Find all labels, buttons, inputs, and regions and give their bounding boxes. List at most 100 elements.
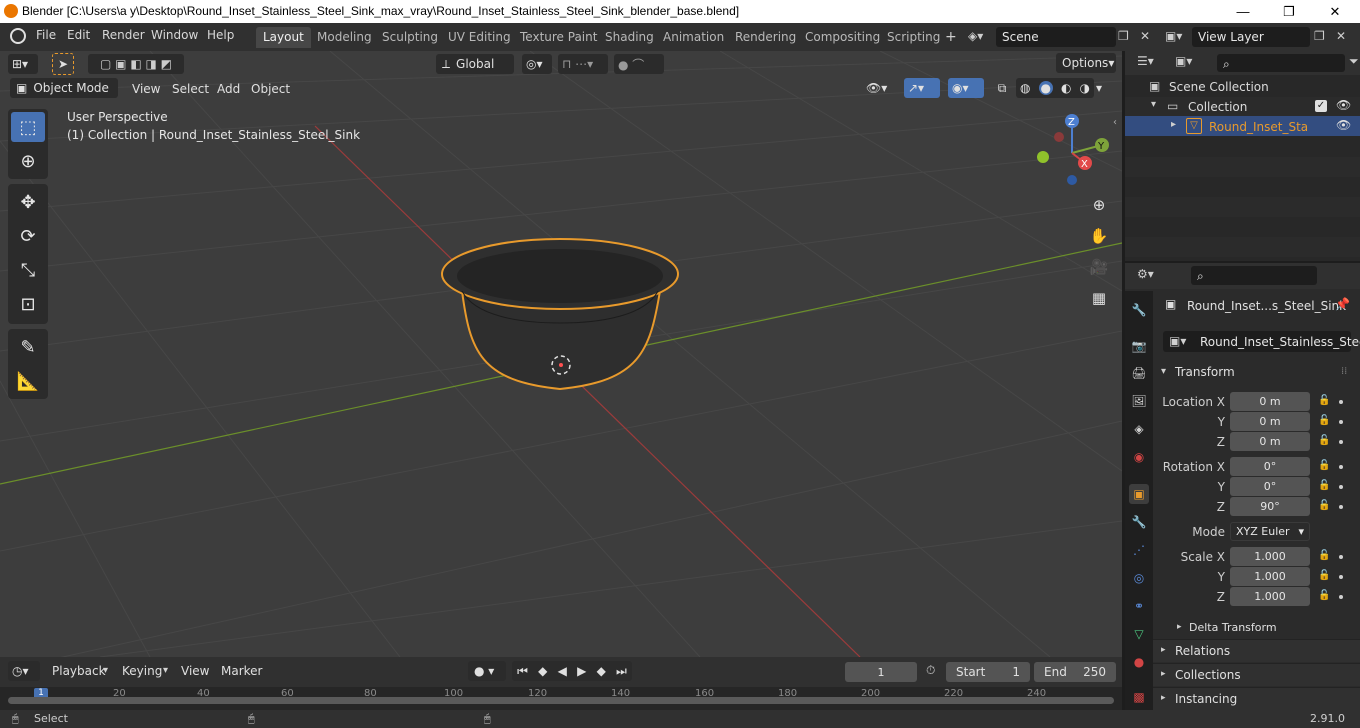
measure-tool-icon[interactable]: 📐	[11, 366, 45, 396]
outliner-editor-icon[interactable]: ☰▾	[1137, 54, 1154, 68]
blender-menu-icon[interactable]	[10, 28, 26, 44]
object-eye-icon[interactable]: 👁	[1336, 118, 1351, 132]
delta-arrow-icon[interactable]: ▸	[1177, 622, 1182, 632]
shading-options-icon[interactable]: ▾	[1096, 78, 1112, 98]
timeline-menu-keying[interactable]: Keying	[116, 662, 168, 680]
camera-view-icon[interactable]: 🎥	[1086, 254, 1112, 280]
gizmo-toggle[interactable]: ↗▾	[904, 78, 940, 98]
tab-uv-editing[interactable]: UV Editing	[441, 27, 518, 48]
transform-panel-header[interactable]: Transform	[1175, 365, 1235, 379]
maximize-button[interactable]: ❐	[1266, 0, 1312, 23]
scale-z-field[interactable]: 1.000	[1230, 587, 1310, 606]
pivot-dropdown[interactable]: ◎▾	[522, 54, 552, 74]
object-tab-icon[interactable]: ▣	[1129, 484, 1149, 504]
annotate-tool-icon[interactable]: ✎	[11, 332, 45, 362]
collection-checkbox[interactable]: ✓	[1315, 100, 1327, 112]
transform-arrow-icon[interactable]: ▾	[1161, 366, 1166, 377]
options-dropdown[interactable]: Options ▾	[1056, 53, 1116, 73]
material-tab-icon[interactable]: ●	[1129, 652, 1149, 672]
menu-window[interactable]: Window	[151, 28, 198, 42]
lock-icon[interactable]: 🔓	[1318, 395, 1330, 406]
collection-eye-icon[interactable]: 👁	[1336, 98, 1351, 112]
viewport-menu-object[interactable]: Object	[245, 80, 296, 98]
tab-compositing[interactable]: Compositing	[798, 27, 887, 48]
scene-close-icon[interactable]: ✕	[1140, 29, 1150, 43]
properties-editor-icon[interactable]: ⚙▾	[1137, 267, 1154, 281]
pin-icon[interactable]: 📌	[1335, 297, 1350, 311]
move-tool-icon[interactable]: ✥	[11, 187, 45, 217]
rendered-shading-icon[interactable]: ◑	[1080, 81, 1090, 95]
view-layer-copy-icon[interactable]: ❐	[1314, 29, 1325, 43]
rotation-z-field[interactable]: 90°	[1230, 497, 1310, 516]
filter-icon[interactable]: ⏷	[1349, 54, 1359, 69]
menu-file[interactable]: File	[36, 28, 56, 42]
modifier-tab-icon[interactable]: 🔧	[1129, 512, 1149, 532]
lock-icon[interactable]: 🔓	[1318, 460, 1330, 471]
view-layer-tab-icon[interactable]: 🖼	[1129, 391, 1149, 411]
shading-mode-group[interactable]: ◍ ● ◐ ◑	[1016, 78, 1094, 98]
overlay-toggle[interactable]: ◉▾	[948, 78, 984, 98]
location-x-field[interactable]: 0 m	[1230, 392, 1310, 411]
output-tab-icon[interactable]: 🖨	[1129, 363, 1149, 383]
lock-icon[interactable]: 🔓	[1318, 480, 1330, 491]
rotation-x-field[interactable]: 0°	[1230, 457, 1310, 476]
keyframe-dot[interactable]	[1339, 485, 1343, 489]
timeline-menu-view[interactable]: View	[175, 662, 215, 680]
zoom-icon[interactable]: ⊕	[1086, 192, 1112, 218]
expand-arrow-icon[interactable]: ▸	[1171, 119, 1176, 130]
tab-sculpting[interactable]: Sculpting	[375, 27, 445, 48]
tab-shading[interactable]: Shading	[598, 27, 661, 48]
location-y-field[interactable]: 0 m	[1230, 412, 1310, 431]
keyframe-dot[interactable]	[1339, 505, 1343, 509]
navigation-gizmo[interactable]: Z Y X	[1032, 113, 1112, 193]
physics-tab-icon[interactable]: ◎	[1129, 568, 1149, 588]
lock-icon[interactable]: 🔓	[1318, 435, 1330, 446]
view-layer-browse-icon[interactable]: ▣▾	[1165, 29, 1182, 43]
stopwatch-icon[interactable]: ⏱	[926, 663, 935, 678]
scale-y-field[interactable]: 1.000	[1230, 567, 1310, 586]
timeline-menu-marker[interactable]: Marker	[215, 662, 268, 680]
outliner-search-field[interactable]: ⌕	[1217, 54, 1345, 72]
jump-end-icon[interactable]: ⏭	[616, 664, 627, 679]
wireframe-shading-icon[interactable]: ◍	[1020, 81, 1030, 95]
rotation-y-field[interactable]: 0°	[1230, 477, 1310, 496]
properties-search-field[interactable]: ⌕	[1191, 266, 1317, 285]
rotation-mode-dropdown[interactable]: XYZ Euler ▾	[1230, 522, 1310, 541]
3d-viewport[interactable]: ⊞▾ ▣ Object Mode View Select Add Object ➤…	[0, 51, 1122, 657]
tab-layout[interactable]: Layout	[256, 27, 311, 48]
keyframe-dot[interactable]	[1339, 555, 1343, 559]
snap-toggle[interactable]: ⊓ ⋯▾	[558, 54, 608, 74]
scene-tab-icon[interactable]: ◈	[1129, 419, 1149, 439]
select-tool-icon[interactable]: ➤	[52, 53, 74, 75]
keyframe-dot[interactable]	[1339, 420, 1343, 424]
lock-icon[interactable]: 🔓	[1318, 415, 1330, 426]
keyframe-dot[interactable]	[1339, 575, 1343, 579]
view-layer-close-icon[interactable]: ✕	[1336, 29, 1346, 43]
scale-x-field[interactable]: 1.000	[1230, 547, 1310, 566]
tab-animation[interactable]: Animation	[656, 27, 731, 48]
menu-render[interactable]: Render	[102, 28, 145, 42]
solid-shading-icon[interactable]: ●	[1038, 81, 1053, 95]
cursor-tool-icon[interactable]: ⊕	[11, 146, 45, 176]
scene-copy-icon[interactable]: ❐	[1118, 29, 1129, 43]
world-tab-icon[interactable]: ◉	[1129, 447, 1149, 467]
tab-scripting[interactable]: Scripting	[880, 27, 947, 48]
object-mode-dropdown[interactable]: ▣ Object Mode	[10, 78, 118, 98]
add-workspace-icon[interactable]: +	[945, 29, 957, 45]
constraints-tab-icon[interactable]: ⚭	[1129, 596, 1149, 616]
viewport-menu-add[interactable]: Add	[211, 80, 246, 98]
lock-icon[interactable]: 🔓	[1318, 570, 1330, 581]
keyframe-dot[interactable]	[1339, 400, 1343, 404]
sidebar-toggle-icon[interactable]: ‹	[1113, 117, 1117, 128]
ortho-toggle-icon[interactable]: ▦	[1086, 285, 1112, 311]
jump-start-icon[interactable]: ⏮	[517, 664, 528, 679]
collapse-arrow-icon[interactable]: ▾	[1151, 99, 1156, 110]
object-datablock-icon[interactable]: ▣▾	[1169, 334, 1186, 348]
keyframe-dot[interactable]	[1339, 465, 1343, 469]
select-mode-set-icon[interactable]: ▢ ▣ ◧ ◨ ◩	[88, 54, 184, 74]
play-icon[interactable]: ▶	[577, 664, 586, 678]
panel-grip-icon[interactable]: ⁞⁞	[1341, 366, 1347, 377]
scene-field[interactable]: Scene	[996, 27, 1116, 47]
lock-icon[interactable]: 🔓	[1318, 550, 1330, 561]
material-shading-icon[interactable]: ◐	[1061, 81, 1071, 95]
